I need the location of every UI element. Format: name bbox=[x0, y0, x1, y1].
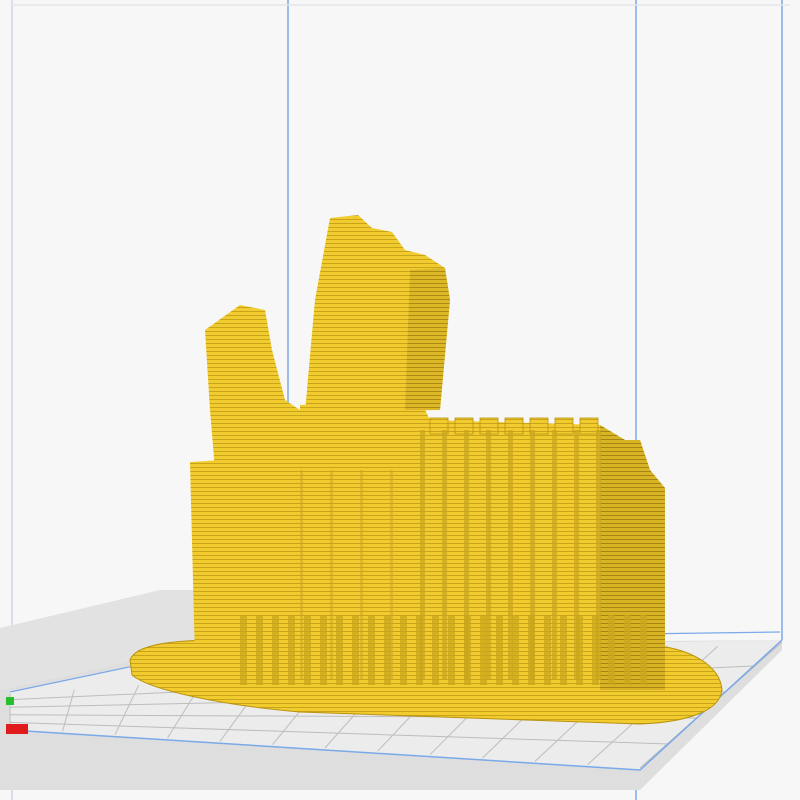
foot bbox=[320, 615, 327, 685]
axis-x-indicator-icon bbox=[6, 724, 28, 734]
column-shadow bbox=[300, 470, 303, 680]
column-shadow bbox=[442, 430, 447, 680]
foot bbox=[352, 615, 359, 685]
foot bbox=[384, 615, 391, 685]
crenel bbox=[554, 417, 574, 435]
foot bbox=[400, 615, 407, 685]
foot bbox=[544, 615, 551, 685]
foot bbox=[480, 615, 487, 685]
foot bbox=[368, 615, 375, 685]
column-shadow bbox=[330, 470, 333, 680]
foot bbox=[240, 615, 247, 685]
foot bbox=[528, 615, 535, 685]
foot bbox=[464, 615, 471, 685]
scene-canvas[interactable] bbox=[0, 0, 800, 800]
foot bbox=[336, 615, 343, 685]
column-shadow bbox=[552, 430, 557, 680]
model-crenellations bbox=[429, 417, 599, 435]
foot bbox=[272, 615, 279, 685]
foot bbox=[576, 615, 583, 685]
column-shadow bbox=[360, 470, 363, 680]
foot bbox=[512, 615, 519, 685]
foot bbox=[592, 615, 599, 685]
axis-y-indicator-icon bbox=[6, 697, 14, 705]
foot bbox=[432, 615, 439, 685]
foot bbox=[560, 615, 567, 685]
foot bbox=[496, 615, 503, 685]
foot bbox=[448, 615, 455, 685]
crenel bbox=[504, 417, 524, 435]
foot bbox=[304, 615, 311, 685]
foot bbox=[640, 615, 647, 685]
crenel bbox=[579, 417, 599, 435]
foot bbox=[288, 615, 295, 685]
3d-viewport[interactable] bbox=[0, 0, 800, 800]
foot bbox=[624, 615, 631, 685]
foot bbox=[256, 615, 263, 685]
foot bbox=[608, 615, 615, 685]
foot bbox=[416, 615, 423, 685]
